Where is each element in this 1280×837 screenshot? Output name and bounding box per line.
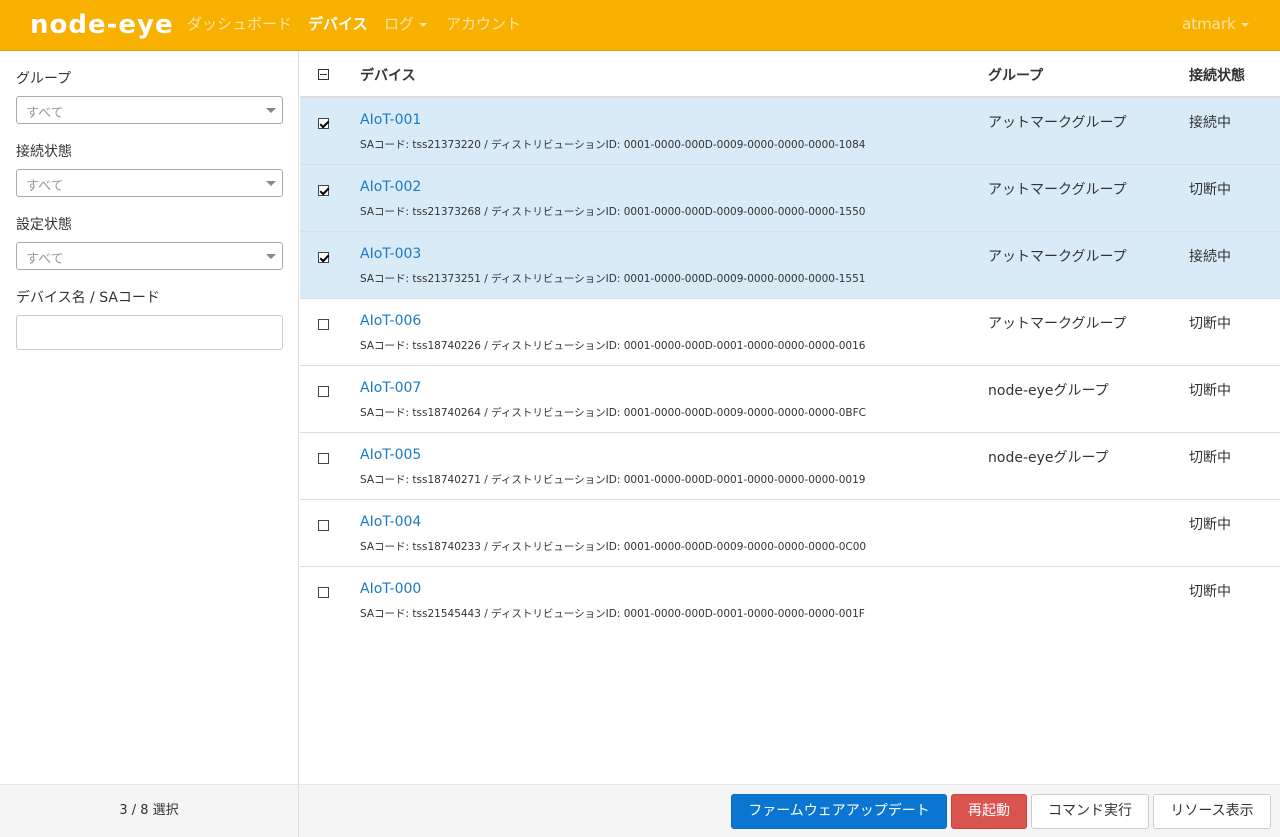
device-status: 切断中 — [1189, 316, 1231, 332]
run-command-button[interactable]: コマンド実行 — [1031, 794, 1149, 829]
table-header: デバイス グループ 接続状態 — [300, 51, 1280, 98]
device-group: アットマークグループ — [988, 316, 1127, 332]
node-eye-logo[interactable]: node-eye — [30, 9, 174, 41]
row-checkbox[interactable] — [318, 319, 329, 330]
top-navbar: node-eye ダッシュボード デバイス ログ アカウント atmark — [0, 0, 1280, 51]
dropdown-arrow-icon — [266, 181, 276, 186]
nav-account[interactable]: アカウント — [446, 0, 521, 50]
device-table: デバイス グループ 接続状態 AIoT-001 SAコード: tss213732… — [300, 51, 1280, 784]
device-status: 切断中 — [1189, 517, 1231, 533]
user-name: atmark — [1182, 15, 1236, 33]
logo-text: node-eye — [30, 10, 174, 40]
device-group: node-eyeグループ — [988, 450, 1109, 466]
user-menu[interactable]: atmark — [1182, 0, 1249, 50]
device-status: 切断中 — [1189, 450, 1231, 466]
nav-logs[interactable]: ログ — [384, 0, 428, 50]
row-checkbox[interactable] — [318, 587, 329, 598]
table-row[interactable]: AIoT-006 SAコード: tss18740226 / ディストリビューショ… — [300, 299, 1280, 366]
device-meta: SAコード: tss21373268 / ディストリビューションID: 0001… — [360, 206, 866, 218]
device-meta: SAコード: tss18740264 / ディストリビューションID: 0001… — [360, 407, 866, 419]
action-footer: 3 / 8 選択 ファームウェアアップデート 再起動 コマンド実行 リソース表示 — [0, 784, 1280, 837]
table-row[interactable]: AIoT-003 SAコード: tss21373251 / ディストリビューショ… — [300, 232, 1280, 299]
device-group: アットマークグループ — [988, 115, 1127, 131]
row-checkbox[interactable] — [318, 520, 329, 531]
row-checkbox[interactable] — [318, 252, 329, 263]
connection-filter-value: すべて — [26, 179, 64, 194]
nav-devices[interactable]: デバイス — [308, 0, 368, 50]
device-name-link[interactable]: AIoT-004 — [360, 514, 421, 530]
selection-count: 3 / 8 選択 — [0, 785, 299, 837]
nav-dashboard[interactable]: ダッシュボード — [187, 0, 292, 50]
device-group: アットマークグループ — [988, 182, 1127, 198]
device-name-link[interactable]: AIoT-006 — [360, 313, 421, 329]
device-name-link[interactable]: AIoT-007 — [360, 380, 421, 396]
device-group: node-eyeグループ — [988, 383, 1109, 399]
device-status: 切断中 — [1189, 584, 1231, 600]
chevron-down-icon — [419, 22, 428, 27]
device-meta: SAコード: tss21545443 / ディストリビューションID: 0001… — [360, 608, 865, 620]
chevron-down-icon — [1240, 22, 1249, 27]
row-checkbox[interactable] — [318, 386, 329, 397]
setting-filter-value: すべて — [26, 252, 64, 267]
reboot-button[interactable]: 再起動 — [951, 794, 1027, 829]
table-row[interactable]: AIoT-002 SAコード: tss21373268 / ディストリビューショ… — [300, 165, 1280, 232]
name-filter-label: デバイス名 / SAコード — [16, 290, 160, 306]
table-row[interactable]: AIoT-000 SAコード: tss21545443 / ディストリビューショ… — [300, 567, 1280, 634]
name-search-input[interactable] — [16, 315, 283, 350]
table-row[interactable]: AIoT-001 SAコード: tss21373220 / ディストリビューショ… — [300, 98, 1280, 165]
column-header-device[interactable]: デバイス — [360, 65, 416, 85]
device-name-link[interactable]: AIoT-000 — [360, 581, 421, 597]
firmware-update-button[interactable]: ファームウェアアップデート — [731, 794, 947, 829]
show-resources-button[interactable]: リソース表示 — [1153, 794, 1271, 829]
table-row[interactable]: AIoT-004 SAコード: tss18740233 / ディストリビューショ… — [300, 500, 1280, 567]
device-status: 切断中 — [1189, 182, 1231, 198]
device-meta: SAコード: tss21373220 / ディストリビューションID: 0001… — [360, 139, 866, 151]
column-header-group[interactable]: グループ — [988, 65, 1043, 85]
table-row[interactable]: AIoT-007 SAコード: tss18740264 / ディストリビューショ… — [300, 366, 1280, 433]
device-name-link[interactable]: AIoT-003 — [360, 246, 421, 262]
setting-filter-select[interactable]: すべて — [16, 242, 283, 270]
column-header-status[interactable]: 接続状態 — [1189, 65, 1245, 85]
connection-filter-label: 接続状態 — [16, 144, 72, 160]
device-name-link[interactable]: AIoT-005 — [360, 447, 421, 463]
device-meta: SAコード: tss18740271 / ディストリビューションID: 0001… — [360, 474, 866, 486]
row-checkbox[interactable] — [318, 185, 329, 196]
device-name-link[interactable]: AIoT-001 — [360, 112, 421, 128]
row-checkbox[interactable] — [318, 453, 329, 464]
device-name-link[interactable]: AIoT-002 — [360, 179, 421, 195]
dropdown-arrow-icon — [266, 254, 276, 259]
device-meta: SAコード: tss18740226 / ディストリビューションID: 0001… — [360, 340, 866, 352]
nav-logs-label: ログ — [384, 15, 415, 33]
table-row[interactable]: AIoT-005 SAコード: tss18740271 / ディストリビューショ… — [300, 433, 1280, 500]
group-filter-label: グループ — [16, 71, 72, 87]
filter-sidebar: グループ すべて 接続状態 すべて 設定状態 すべて デバイス名 / SAコード — [0, 51, 299, 784]
device-status: 切断中 — [1189, 383, 1231, 399]
device-status: 接続中 — [1189, 249, 1231, 265]
device-meta: SAコード: tss21373251 / ディストリビューションID: 0001… — [360, 273, 866, 285]
device-group: アットマークグループ — [988, 249, 1127, 265]
device-meta: SAコード: tss18740233 / ディストリビューションID: 0001… — [360, 541, 867, 553]
group-filter-select[interactable]: すべて — [16, 96, 283, 124]
group-filter-value: すべて — [26, 106, 64, 121]
dropdown-arrow-icon — [266, 108, 276, 113]
connection-filter-select[interactable]: すべて — [16, 169, 283, 197]
setting-filter-label: 設定状態 — [16, 217, 72, 233]
device-status: 接続中 — [1189, 115, 1231, 131]
row-checkbox[interactable] — [318, 118, 329, 129]
select-all-checkbox[interactable] — [318, 69, 329, 80]
